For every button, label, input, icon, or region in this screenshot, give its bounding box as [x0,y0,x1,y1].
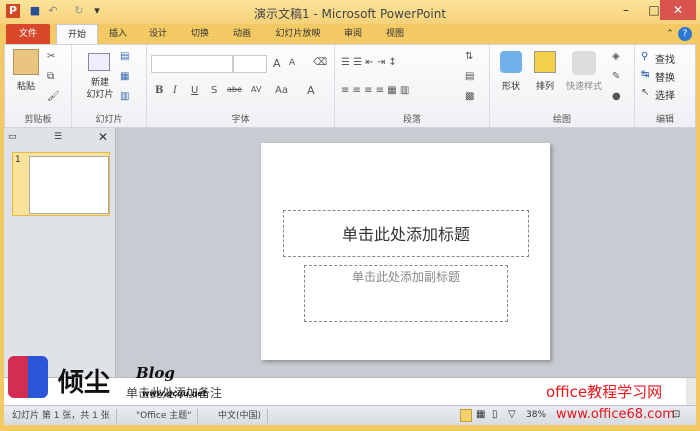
shrink-font-button[interactable]: A [289,58,295,68]
quick-styles-icon[interactable] [572,51,596,75]
align-icons[interactable]: ≡ ≡ ≡ ≡ ▦ ▥ [341,85,409,96]
watermark-blog: Blog [136,364,175,382]
find-button[interactable]: 查找 [655,51,675,66]
character-spacing-button[interactable]: AV [251,85,261,94]
language[interactable]: 中文(中国) [212,409,269,423]
replace-button[interactable]: 替换 [655,69,675,84]
slides-label: 幻灯片 [95,115,123,125]
ribbon-tabs: 文件 开始 插入 设计 切换 动画 幻灯片放映 审阅 视图 ⌃ ? [4,24,696,44]
theme-name: "Office 主题" [130,409,199,423]
tab-home[interactable]: 开始 [56,24,98,44]
slide-sorter-icon[interactable]: ▦ [476,409,485,420]
clipboard-group: 粘贴 ✂ ⧉ 🖌 剪贴板 [5,45,72,127]
arrange-button[interactable]: 排列 [530,79,560,92]
paste-icon[interactable] [13,49,39,75]
close-button[interactable]: ✕ [660,0,696,20]
strikethrough-button[interactable]: abe [227,85,242,94]
ribbon: 粘贴 ✂ ⧉ 🖌 剪贴板 新建 幻灯片 ▤ ▦ ▥ 幻灯片 A A ⌫ B I … [4,44,696,128]
watermark-logo: 倾尘 [58,368,111,398]
minimize-button[interactable]: – [612,0,640,20]
font-label: 字体 [231,115,250,125]
section-icon[interactable]: ▥ [120,91,129,102]
window-title: 演示文稿1 - Microsoft PowerPoint [253,7,447,21]
text-direction-icon[interactable]: ⇅ [465,51,473,62]
editing-group: ⚲ 查找 ↹ 替换 ↖ 选择 编辑 [635,45,695,127]
tab-insert[interactable]: 插入 [102,24,134,44]
new-slide-button[interactable]: 新建 幻灯片 [76,77,124,101]
smartart-icon[interactable]: ▩ [465,91,474,102]
watermark-right-url: www.office68.com [556,407,675,422]
change-case-button[interactable]: Aa [275,85,288,96]
tab-transitions[interactable]: 切换 [184,24,216,44]
title-bar: P ■ ↶ ↻ ▾ 演示文稿1 - Microsoft PowerPoint –… [0,0,700,24]
slideshow-view-icon[interactable]: ▽ [508,409,516,420]
notes-scrollbar[interactable] [686,378,696,406]
close-pane-icon[interactable]: ✕ [98,130,108,144]
drawing-group: 形状 排列 快速样式 ◈ ✎ ● 绘图 [490,45,635,127]
slide-thumbnail[interactable]: 1 [12,152,110,216]
shape-effects-icon[interactable]: ● [612,91,621,102]
watermark-site: www.qcqu.net [142,389,207,398]
copy-icon[interactable]: ⧉ [47,71,54,82]
grow-font-button[interactable]: A [273,57,281,70]
clipboard-label: 剪贴板 [24,115,52,125]
font-group: A A ⌫ B I U S abe AV Aa A 字体 [147,45,335,127]
thumbnail-preview [29,156,109,214]
collapse-ribbon-icon[interactable]: ⌃ [664,24,676,44]
find-icon[interactable]: ⚲ [641,51,648,62]
drawing-label: 绘图 [552,115,571,125]
shapes-button[interactable]: 形状 [496,79,526,92]
quick-styles-button[interactable]: 快速样式 [560,79,608,92]
outline-tab-icon[interactable]: ☰ [54,132,66,144]
thumbnail-number: 1 [15,155,21,165]
select-button[interactable]: 选择 [655,87,675,102]
select-icon[interactable]: ↖ [641,87,649,98]
paragraph-group: ☰ ☰ ⇤ ⇥ ↕ ≡ ≡ ≡ ≡ ▦ ▥ ⇅ ▤ ▩ 段落 [335,45,490,127]
tab-review[interactable]: 审阅 [338,24,368,44]
normal-view-icon[interactable] [460,409,472,422]
new-slide-icon[interactable] [88,53,110,71]
tab-design[interactable]: 设计 [142,24,174,44]
editing-label: 编辑 [655,115,674,125]
bullets-icon[interactable]: ☰ ☰ ⇤ ⇥ ↕ [341,57,397,68]
font-name-combo[interactable] [151,55,233,73]
subtitle-placeholder[interactable]: 单击此处添加副标题 [304,265,508,322]
reset-icon[interactable]: ▦ [120,71,129,82]
tab-file[interactable]: 文件 [6,24,50,44]
status-bar: 幻灯片 第 1 张，共 1 张 "Office 主题" 中文(中国) ▦ ▯ ▽… [4,405,696,425]
shadow-button[interactable]: S [211,85,217,96]
clear-format-icon[interactable]: ⌫ [313,57,327,68]
slides-tab-icon[interactable]: ▭ [8,132,20,144]
paragraph-label: 段落 [402,115,421,125]
fit-to-window-icon[interactable]: ⊡ [672,409,680,420]
slides-group: 新建 幻灯片 ▤ ▦ ▥ 幻灯片 [72,45,147,127]
shape-fill-icon[interactable]: ◈ [612,51,620,62]
cut-icon[interactable]: ✂ [47,51,55,62]
tab-slideshow[interactable]: 幻灯片放映 [268,24,328,44]
underline-button[interactable]: U [191,85,198,96]
help-icon[interactable]: ? [678,27,692,41]
slides-pane: ▭ ☰ ✕ 1 [4,128,116,377]
replace-icon[interactable]: ↹ [641,69,649,80]
reading-view-icon[interactable]: ▯ [492,409,498,420]
format-painter-icon[interactable]: 🖌 [47,91,60,102]
font-color-button[interactable]: A [307,84,315,97]
font-size-combo[interactable] [233,55,267,73]
tab-animations[interactable]: 动画 [226,24,258,44]
shape-outline-icon[interactable]: ✎ [612,71,620,82]
slide-info: 幻灯片 第 1 张，共 1 张 [6,409,117,423]
tab-view[interactable]: 视图 [380,24,410,44]
layout-icon[interactable]: ▤ [120,51,129,62]
watermark-right-text: office教程学习网 [546,383,663,401]
bold-button[interactable]: B [155,85,163,96]
slide-canvas[interactable]: 单击此处添加标题 单击此处添加副标题 [261,143,550,360]
shapes-icon[interactable] [500,51,522,73]
paste-button[interactable]: 粘贴 [11,79,41,92]
zoom-level[interactable]: 38% [526,410,546,420]
arrange-icon[interactable] [534,51,556,73]
align-text-icon[interactable]: ▤ [465,71,474,82]
title-placeholder[interactable]: 单击此处添加标题 [283,210,529,257]
qcqu-logo-icon [8,356,48,398]
italic-button[interactable]: I [173,85,177,96]
